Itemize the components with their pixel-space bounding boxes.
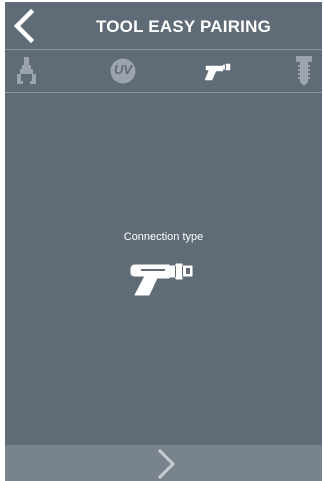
back-button[interactable] bbox=[9, 8, 39, 44]
header: TOOL EASY PAIRING bbox=[5, 2, 322, 49]
tool-tab-screw[interactable] bbox=[291, 50, 317, 92]
tool-tab-robot[interactable] bbox=[11, 50, 43, 92]
connection-type-label: Connection type bbox=[123, 231, 204, 243]
uv-label: UV bbox=[113, 62, 133, 77]
main-content: Connection type bbox=[5, 93, 322, 444]
next-button[interactable] bbox=[155, 448, 179, 480]
app-window: TOOL EASY PAIRING UV Connection type bbox=[5, 2, 322, 481]
drill-icon bbox=[130, 263, 193, 296]
screw-icon bbox=[296, 56, 312, 86]
drill-icon bbox=[204, 63, 231, 81]
chevron-right-icon bbox=[157, 448, 176, 480]
tool-tab-drill[interactable] bbox=[200, 50, 236, 92]
chevron-left-icon bbox=[13, 8, 35, 44]
tool-tab-uv[interactable]: UV bbox=[105, 50, 141, 92]
robot-arm-icon bbox=[17, 57, 36, 84]
page-title: TOOL EASY PAIRING bbox=[95, 17, 271, 36]
connection-type-icon bbox=[125, 253, 197, 304]
tool-type-toolbar: UV bbox=[5, 50, 322, 92]
next-bar[interactable] bbox=[5, 445, 322, 481]
